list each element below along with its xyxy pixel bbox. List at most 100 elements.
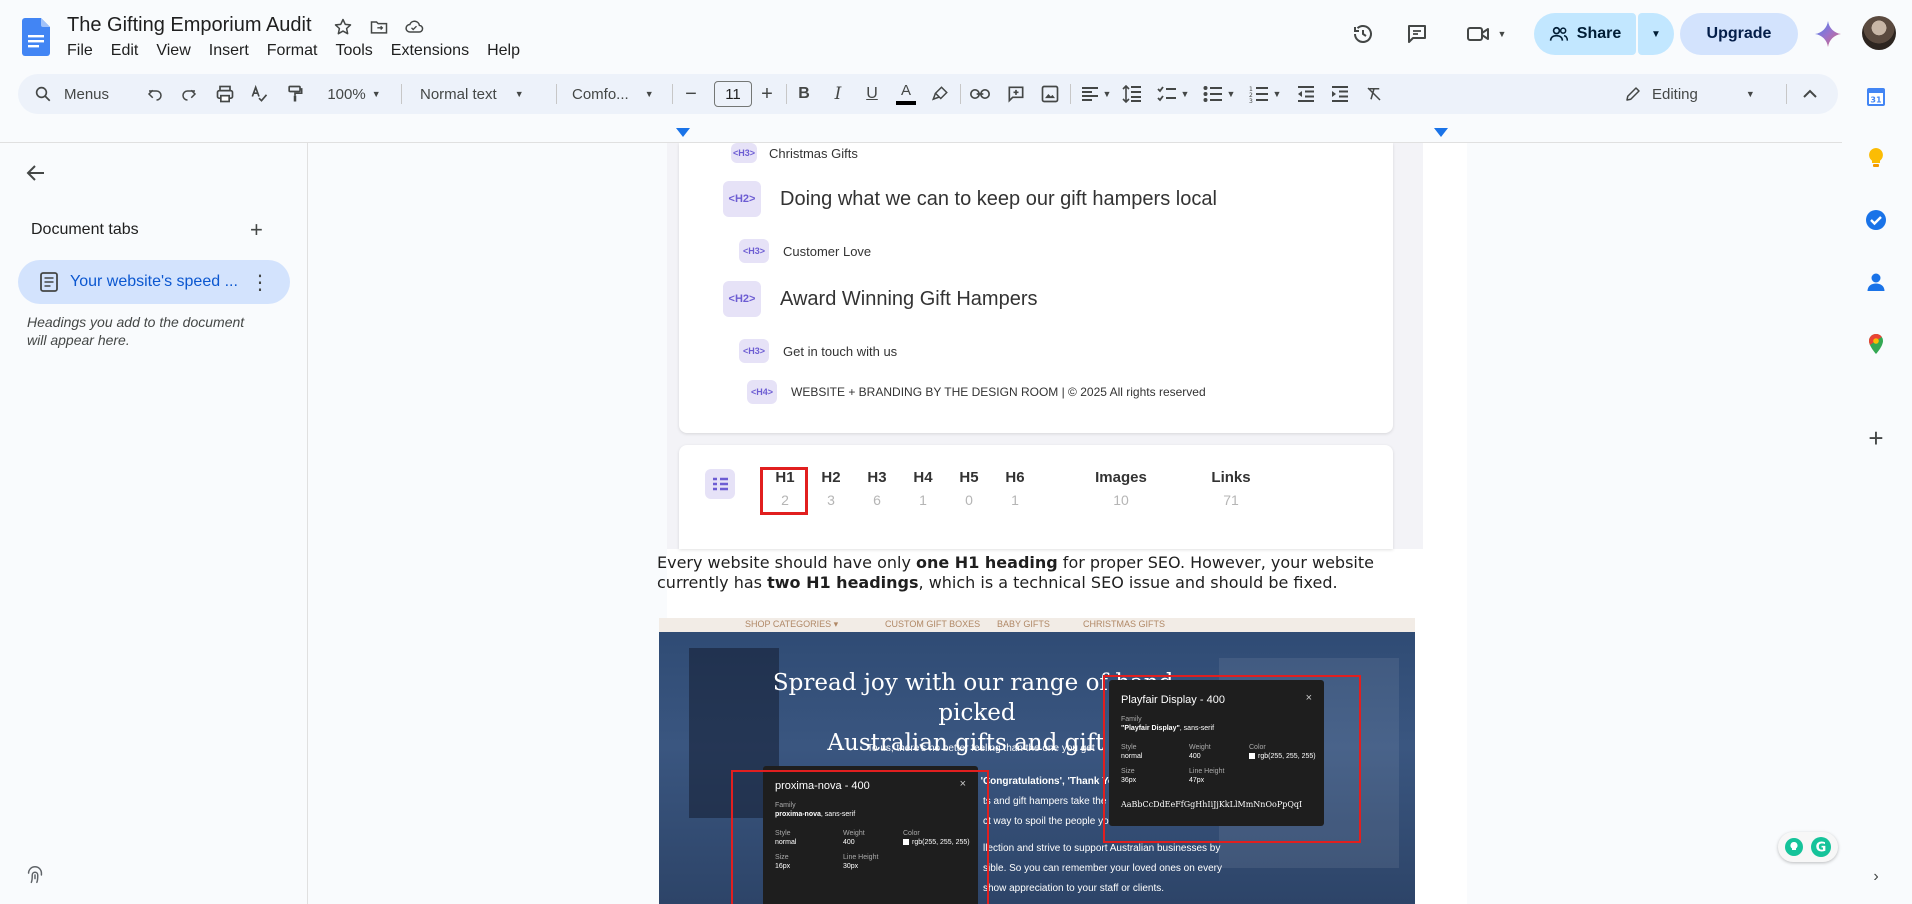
outline-row: <H3> Christmas Gifts xyxy=(731,143,858,163)
divider xyxy=(672,84,673,104)
heading-level-badge: <H2> xyxy=(723,281,761,317)
divider xyxy=(556,84,557,104)
menu-view[interactable]: View xyxy=(147,42,199,60)
underline-icon[interactable]: U xyxy=(858,74,886,114)
checklist-select[interactable]: ▼ xyxy=(1152,74,1194,114)
document-canvas[interactable]: <H3> Christmas Gifts <H2> Doing what we … xyxy=(309,143,1841,904)
highlight-color-icon[interactable] xyxy=(926,74,954,114)
svg-text:31: 31 xyxy=(1870,96,1882,105)
numbered-list-select[interactable]: 1 2 3 ▼ xyxy=(1244,74,1286,114)
paragraph-style-select[interactable]: Normal text ▼ xyxy=(412,74,552,114)
line-spacing-icon[interactable] xyxy=(1118,74,1146,114)
zoom-value: 100% xyxy=(327,85,366,103)
left-indent-marker[interactable] xyxy=(676,128,690,137)
menu-edit[interactable]: Edit xyxy=(102,42,148,60)
version-history-icon[interactable] xyxy=(1343,16,1383,52)
insert-image-icon[interactable] xyxy=(1036,74,1064,114)
bold-icon[interactable]: B xyxy=(790,74,818,114)
cloud-saved-icon[interactable] xyxy=(402,15,426,39)
fingerprint-icon[interactable] xyxy=(24,864,46,886)
zoom-select[interactable]: 100% ▼ xyxy=(318,74,390,114)
paint-format-icon[interactable] xyxy=(282,74,308,114)
outline-hint: Headings you add to the document will ap… xyxy=(27,314,245,348)
tasks-icon[interactable] xyxy=(1864,208,1888,232)
stat-h4: H4 1 xyxy=(913,469,933,508)
decrease-indent-icon[interactable] xyxy=(1292,74,1320,114)
side-apps-panel: 31 + › xyxy=(1842,70,1912,904)
share-button[interactable]: Share xyxy=(1534,13,1636,55)
menu-bar: File Edit View Insert Format Tools Exten… xyxy=(58,42,529,60)
spellcheck-icon[interactable] xyxy=(246,74,272,114)
gemini-icon[interactable] xyxy=(1814,20,1842,48)
insert-link-icon[interactable] xyxy=(966,74,994,114)
star-icon[interactable] xyxy=(331,15,355,39)
menu-file[interactable]: File xyxy=(58,42,102,60)
meet-video-icon[interactable]: ▼ xyxy=(1458,16,1514,52)
editing-mode-select[interactable]: Editing ▼ xyxy=(1624,74,1774,114)
align-select[interactable]: ▼ xyxy=(1076,74,1116,114)
add-comment-icon[interactable] xyxy=(1002,74,1030,114)
contacts-icon[interactable] xyxy=(1864,270,1888,294)
chevron-down-icon: ▼ xyxy=(1745,89,1755,99)
add-app-icon[interactable]: + xyxy=(1864,425,1888,451)
menu-insert[interactable]: Insert xyxy=(200,42,258,60)
comments-icon[interactable] xyxy=(1397,16,1437,52)
avatar[interactable] xyxy=(1862,16,1896,50)
menu-tools[interactable]: Tools xyxy=(326,42,381,60)
font-size-input[interactable]: 11 xyxy=(714,81,752,107)
chevron-down-icon: ▼ xyxy=(644,89,654,99)
outline-row: <H4> WEBSITE + BRANDING BY THE DESIGN RO… xyxy=(747,380,1206,404)
redo-icon[interactable] xyxy=(176,74,202,114)
hero-text-line: sible. So you can remember your loved on… xyxy=(983,863,1223,874)
heading-outline-card: <H3> Christmas Gifts <H2> Doing what we … xyxy=(679,143,1393,433)
increase-indent-icon[interactable] xyxy=(1326,74,1354,114)
stat-h3: H3 6 xyxy=(867,469,887,508)
increase-font-size-icon[interactable]: + xyxy=(754,74,780,114)
outline-row: <H3> Customer Love xyxy=(739,239,871,263)
upgrade-button[interactable]: Upgrade xyxy=(1680,13,1798,55)
search-menus-label: Menus xyxy=(64,85,110,103)
maps-icon[interactable] xyxy=(1864,332,1888,356)
people-icon xyxy=(1549,26,1568,41)
document-tab-item[interactable]: Your website's speed ... ⋮ xyxy=(18,260,290,304)
document-tabs-heading: Document tabs xyxy=(31,221,139,238)
decrease-font-size-icon[interactable]: − xyxy=(678,74,704,114)
document-outline-panel: Document tabs + Your website's speed ...… xyxy=(0,143,308,904)
keep-icon[interactable] xyxy=(1864,146,1888,170)
search-menus[interactable]: Menus xyxy=(34,74,134,114)
right-indent-marker[interactable] xyxy=(1434,128,1448,137)
share-dropdown-button[interactable]: ▼ xyxy=(1638,13,1674,55)
search-icon xyxy=(35,86,51,102)
undo-icon[interactable] xyxy=(142,74,168,114)
bulleted-list-select[interactable]: ▼ xyxy=(1198,74,1240,114)
hero-screenshot: SHOP CATEGORIES ▾ CUSTOM GIFT BOXES BABY… xyxy=(659,618,1415,904)
move-folder-icon[interactable] xyxy=(367,15,391,39)
font-family-select[interactable]: Comfo... ▼ xyxy=(564,74,668,114)
heading-text: Customer Love xyxy=(783,243,872,259)
font-family-value: Comfo... xyxy=(572,85,629,103)
chevron-right-icon[interactable]: › xyxy=(1864,868,1888,892)
grammarly-widget[interactable]: G xyxy=(1778,832,1838,862)
text-color-icon[interactable]: A xyxy=(892,74,920,114)
stat-h2: H2 3 xyxy=(821,469,841,508)
menu-extensions[interactable]: Extensions xyxy=(382,42,478,60)
docs-logo-icon[interactable] xyxy=(22,18,50,56)
collapse-menus-icon[interactable] xyxy=(1796,74,1824,114)
calendar-icon[interactable]: 31 xyxy=(1864,85,1888,109)
more-vert-icon[interactable]: ⋮ xyxy=(250,270,270,295)
heading-stats-card: H1 2 H2 3 H3 6 H4 1 H5 0 H6 1 Images 10 Links 71 xyxy=(679,445,1393,549)
italic-icon[interactable]: I xyxy=(824,74,852,114)
document-title[interactable]: The Gifting Emporium Audit xyxy=(67,14,312,37)
chevron-down-icon: ▼ xyxy=(1272,89,1282,99)
heading-level-badge: <H3> xyxy=(739,339,769,363)
grammarly-icon: G xyxy=(1811,837,1831,857)
print-icon[interactable] xyxy=(212,74,238,114)
add-tab-icon[interactable]: + xyxy=(250,217,263,243)
menu-help[interactable]: Help xyxy=(478,42,529,60)
menu-format[interactable]: Format xyxy=(258,42,327,60)
body-paragraph[interactable]: Every website should have only one H1 he… xyxy=(657,553,1417,593)
divider xyxy=(401,84,402,104)
back-arrow-icon[interactable] xyxy=(24,161,48,185)
clear-formatting-icon[interactable] xyxy=(1360,74,1388,114)
document-page[interactable]: <H3> Christmas Gifts <H2> Doing what we … xyxy=(657,143,1467,904)
